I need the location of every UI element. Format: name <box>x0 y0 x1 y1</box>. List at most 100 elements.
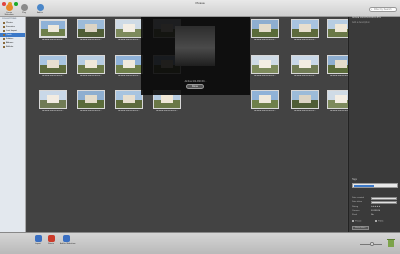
thumbnail-caption: Ainhoa 102-DSCF0... <box>254 75 276 77</box>
thumbnail-image <box>251 55 279 74</box>
thumbnail-caption: Ainhoa 102-DSCF0... <box>42 75 64 77</box>
thumbnail-image <box>291 90 319 109</box>
thumbnail-caption: Ainhoa 102-DSCF0... <box>254 110 276 112</box>
thumbnail-image <box>77 90 105 109</box>
add-icon <box>36 4 44 11</box>
folder-icon <box>3 38 5 40</box>
private-checkbox[interactable]: Private <box>352 220 361 223</box>
photo-thumbnail[interactable]: Ainhoa 102-DSCF0... <box>291 55 319 77</box>
thumbnail-image <box>251 90 279 109</box>
thumbnail-image <box>291 55 319 74</box>
thumbnail-image <box>115 55 143 74</box>
trash-icon[interactable] <box>387 238 395 247</box>
row-label: Flash <box>352 214 358 216</box>
photo-thumbnail[interactable]: Ainhoa 102-DSCF0... <box>115 90 143 112</box>
sidebar: COLLECTIONS Photos Favorites Last Import Tr… <box>0 17 26 232</box>
title-bar: Picasa Create Slideshow Play Add to ⌕ Fi… <box>0 0 400 17</box>
photo-thumbnail[interactable]: Ainhoa 102-DSCF0... <box>291 19 319 41</box>
tags-label: Tags <box>352 179 357 181</box>
folder-icon <box>3 46 5 48</box>
thumbnail-caption: Ainhoa 102-DSCF0... <box>294 39 316 41</box>
thumbnail-caption: Ainhoa 102-DSCF0... <box>42 39 64 41</box>
done-button[interactable]: Done <box>186 84 204 89</box>
photo-thumbnail[interactable]: Ainhoa 102-DSCF0... <box>291 90 319 112</box>
thumbnail-caption: Ainhoa 102-DSCF0... <box>294 110 316 112</box>
photo-thumbnail[interactable]: Ainhoa 102-DSCF0... <box>115 19 143 41</box>
app-window: Picasa Create Slideshow Play Add to ⌕ Fi… <box>0 0 400 254</box>
window-title: Picasa <box>195 1 205 5</box>
photo-thumbnail[interactable]: Ainhoa 102-DSCF0... <box>251 90 279 112</box>
photo-thumbnail[interactable]: Ainhoa 102-DSCF0... <box>251 19 279 41</box>
thumbnail-caption: Ainhoa 102-DSCF0... <box>118 39 140 41</box>
photo-thumbnail[interactable]: Ainhoa 102-DSCF0... <box>77 19 105 41</box>
thumbnail-caption: Ainhoa 102-DSCF0... <box>294 75 316 77</box>
thumbnail-caption: Ainhoa 102-DSCF0... <box>118 110 140 112</box>
thumbnail-caption: Ainhoa 102-DSCF0... <box>80 39 102 41</box>
checkbox-icon <box>375 220 377 222</box>
thumbnail-image <box>39 90 67 109</box>
photo-thumbnail[interactable]: Ainhoa 102-DSCF0... <box>77 55 105 77</box>
thumbnail-image <box>115 19 143 38</box>
photo-thumbnail[interactable]: Ainhoa 102-DSCF0... <box>77 90 105 112</box>
date-taken-field[interactable] <box>371 201 397 204</box>
rating-stars[interactable]: ★★★★★ <box>371 206 380 208</box>
search-field[interactable]: ⌕ Filter by Search <box>369 7 397 12</box>
row-label: Rating <box>352 206 359 208</box>
thumbnail-image <box>39 19 67 38</box>
import-icon <box>34 235 42 242</box>
slideshow-icon <box>5 4 13 11</box>
rotate-icon <box>47 235 55 242</box>
photo-thumbnail[interactable]: Ainhoa 102-DSCF0... <box>115 55 143 77</box>
zoom-slider[interactable] <box>360 242 382 246</box>
play-icon <box>20 4 28 11</box>
add-to-button[interactable]: Add to <box>33 4 47 14</box>
slider-knob[interactable] <box>370 242 374 246</box>
thumbnail-caption: Ainhoa 102-DSCF0... <box>42 110 64 112</box>
folder-icon <box>3 22 5 24</box>
thumbnail-caption: Ainhoa 102-DSCF0... <box>156 110 178 112</box>
thumbnail-caption: Ainhoa 102-DSCF0... <box>80 110 102 112</box>
date-created-field[interactable] <box>371 197 397 200</box>
inspector-panel: Ainhoa 102-DSCF0001.JPG Add a descriptio… <box>348 17 400 232</box>
show-more-button[interactable]: Show More <box>352 226 369 230</box>
camera-value: FUJIFILM <box>371 210 381 212</box>
import-button[interactable]: Import <box>32 235 44 245</box>
add-to-slideshow-button[interactable]: Add to Slideshow <box>60 235 75 245</box>
row-label: Date created <box>352 197 364 199</box>
create-slideshow-button[interactable]: Create Slideshow <box>2 4 16 16</box>
folder-icon <box>3 34 5 36</box>
thumbnail-image <box>39 55 67 74</box>
thumbnail-image <box>291 19 319 38</box>
thumbnail-image <box>77 19 105 38</box>
public-checkbox[interactable]: Public <box>375 220 384 223</box>
description-field[interactable]: Add a description <box>352 22 398 29</box>
flash-value: No <box>371 214 374 216</box>
rotate-button[interactable]: Rotate <box>45 235 57 245</box>
row-label: Date taken <box>352 201 363 203</box>
row-label: Camera <box>352 210 360 212</box>
thumbnail-image <box>115 90 143 109</box>
photo-thumbnail[interactable]: Ainhoa 102-DSCF0... <box>39 90 67 112</box>
photo-thumbnail[interactable]: Ainhoa 102-DSCF0... <box>39 19 67 41</box>
photo-thumbnail[interactable]: Ainhoa 102-DSCF0... <box>39 55 67 77</box>
tags-field[interactable] <box>352 183 398 188</box>
thumbnail-caption: Ainhoa 102-DSCF0... <box>254 39 276 41</box>
play-button[interactable]: Play <box>17 4 31 14</box>
search-placeholder: Filter by Search <box>374 8 392 11</box>
tag-selection <box>354 185 374 187</box>
photo-filename: Ainhoa 102-DSCF0001.JPG <box>352 17 381 19</box>
thumbnail-caption: Ainhoa 102-DSCF0... <box>118 75 140 77</box>
preview-photo <box>175 26 215 66</box>
preview-caption: Ainhoa 102-DSCF0... <box>184 81 207 83</box>
folder-icon <box>3 42 5 44</box>
search-icon: ⌕ <box>371 8 373 11</box>
thumbnail-image <box>251 19 279 38</box>
bottom-bar: Import Rotate Add to Slideshow <box>0 232 400 254</box>
folder-icon <box>3 30 5 32</box>
sidebar-item[interactable]: Bulletin <box>0 45 25 49</box>
folder-icon <box>3 26 5 28</box>
thumbnail-image <box>77 55 105 74</box>
slideshow-icon <box>62 235 70 242</box>
photo-thumbnail[interactable]: Ainhoa 102-DSCF0... <box>251 55 279 77</box>
checkbox-icon <box>352 220 354 222</box>
